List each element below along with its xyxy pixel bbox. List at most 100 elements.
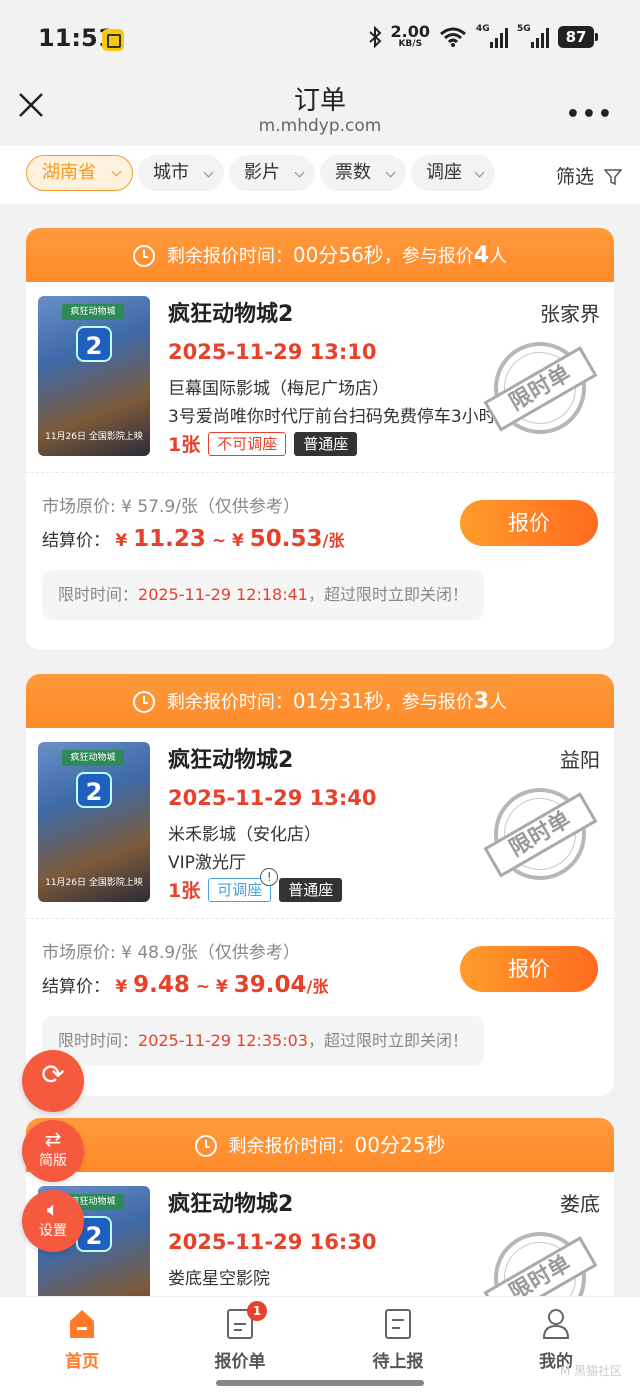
tab-home[interactable]: 首页 [22, 1307, 142, 1372]
chevron-down-icon [474, 167, 485, 178]
refresh-button[interactable]: ⟳ [22, 1050, 84, 1112]
simple-mode-button[interactable]: ⇄ 简版 [22, 1120, 84, 1182]
filter-ticket-count[interactable]: 票数 [320, 155, 406, 191]
status-icons: 2.00 KB/S 4G 5G 87 [368, 24, 598, 49]
quote-list-icon-wrap: 1 [225, 1301, 267, 1341]
filter-button[interactable]: 筛选 [556, 162, 623, 189]
quote-button[interactable]: 报价 [460, 500, 598, 546]
movie-poster: 疯狂动物城 2 11月26日 全国影院上映 [38, 296, 150, 456]
poster-sign: 疯狂动物城 [62, 304, 124, 320]
limit-time-notice: 限时时间：2025-11-29 12:18:41，超过限时立即关闭！ [42, 570, 484, 620]
filter-city-label: 城市 [153, 162, 189, 183]
settings-label: 设置 [39, 1223, 67, 1239]
limited-time-stamp: 限时单 [477, 325, 603, 451]
order-info: 疯狂动物城 2 11月26日 全国影院上映 疯狂动物城2 娄底 2025-11-… [26, 1172, 614, 1296]
limited-time-stamp: 限时单 [477, 771, 603, 897]
clipboard-icon [385, 1309, 411, 1339]
order-card[interactable]: 剩余报价时间：00分56秒，参与报价4人 疯狂动物城 2 11月26日 全国影院… [26, 228, 614, 650]
cinema-name: 米禾影城（安化店） [168, 825, 321, 845]
seat-type-tag: 普通座 [279, 877, 343, 902]
filter-province[interactable]: 湖南省 [26, 155, 133, 191]
filter-bar: 湖南省 城市 影片 票数 调座 筛选 [0, 146, 640, 204]
settle-label: 结算价： [42, 531, 110, 551]
more-menu-icon[interactable]: ••• [566, 102, 614, 127]
countdown-banner: 剩余报价时间：01分31秒，参与报价3人 [26, 674, 614, 728]
filter-seat-adjust[interactable]: 调座 [411, 155, 495, 191]
participants-unit: 人 [489, 246, 508, 267]
filter-seat-adjust-label: 调座 [426, 162, 462, 183]
price-unit: /张 [306, 977, 329, 996]
countdown-value: 01分31秒 [292, 689, 384, 713]
notification-app-icon [102, 29, 124, 51]
participants-label: ，参与报价 [383, 692, 474, 713]
poster-number: 2 [76, 326, 112, 362]
movie-title: 疯狂动物城2 [168, 1192, 294, 1217]
chevron-down-icon [111, 166, 122, 177]
navigation-bar: 订单 m.mhdyp.com ••• [0, 78, 640, 146]
order-info: 疯狂动物城 2 11月26日 全国影院上映 疯狂动物城2 益阳 2025-11-… [26, 728, 614, 918]
clock-icon [132, 245, 155, 267]
wifi-icon [440, 27, 466, 47]
market-price: 市场原价: ¥ 57.9/张（仅供参考） [42, 497, 300, 517]
simple-mode-label: 简版 [39, 1153, 67, 1169]
net-speed-unit: KB/S [398, 39, 423, 49]
info-icon[interactable]: ! [260, 867, 279, 886]
seat-adjust-tag: 不可调座 [208, 431, 287, 456]
swap-icon: ⇄ [44, 1127, 62, 1151]
poster-number: 2 [76, 772, 112, 808]
limit-suffix: ，超过限时立即关闭！ [307, 585, 468, 604]
status-bar: 11:51 2.00 KB/S 4G 5G 87 [0, 0, 640, 78]
countdown-label: 剩余报价时间： [166, 246, 293, 267]
home-icon [70, 1310, 94, 1338]
settle-label: 结算价： [42, 977, 110, 997]
filter-province-label: 湖南省 [42, 162, 96, 183]
net-speed-value: 2.00 [390, 22, 430, 41]
filter-movie[interactable]: 影片 [229, 155, 315, 191]
stamp-text: 限时单 [483, 792, 598, 878]
limit-time: 2025-11-29 12:35:03 [138, 1031, 308, 1050]
limit-label: 限时时间： [58, 585, 139, 604]
chevron-down-icon [203, 167, 214, 178]
signal-5g-icon: 5G [517, 24, 549, 48]
page-title: 订单 [293, 86, 346, 116]
order-card[interactable]: 剩余报价时间：00分25秒 疯狂动物城 2 11月26日 全国影院上映 疯狂动物… [26, 1118, 614, 1296]
bluetooth-icon [368, 25, 381, 48]
hall-name: VIP激光厅 [168, 853, 246, 873]
order-list: 剩余报价时间：00分56秒，参与报价4人 疯狂动物城 2 11月26日 全国影院… [0, 204, 640, 1296]
seat-adjust-label: 可调座 [217, 880, 263, 899]
market-price: 市场原价: ¥ 48.9/张（仅供参考） [42, 943, 300, 963]
signal-4g-icon: 4G [476, 24, 508, 48]
ticket-tags: 1张 不可调座 普通座 [168, 430, 358, 457]
tab-pending-report-label: 待上报 [372, 1352, 424, 1372]
countdown-value: 00分25秒 [354, 1133, 446, 1157]
order-pricing: 市场原价: ¥ 48.9/张（仅供参考） 结算价： ¥ 9.48 ~ ¥ 39.… [26, 918, 614, 1096]
clock-icon [132, 691, 155, 713]
quote-button[interactable]: 报价 [460, 946, 598, 992]
tab-home-label: 首页 [65, 1352, 99, 1372]
price-min: 11.23 [133, 526, 206, 552]
filter-ticket-count-label: 票数 [335, 162, 371, 183]
seat-type-tag: 普通座 [294, 431, 358, 456]
showtime: 2025-11-29 16:30 [168, 1230, 377, 1254]
countdown-banner: 剩余报价时间：00分25秒 [26, 1118, 614, 1172]
tab-quotes[interactable]: 1 报价单 [180, 1301, 300, 1372]
tab-quotes-label: 报价单 [214, 1352, 266, 1372]
settings-button[interactable]: 🔈︎ 设置 [22, 1190, 84, 1252]
home-indicator[interactable] [216, 1380, 424, 1386]
tab-pending-report[interactable]: 待上报 [338, 1307, 458, 1372]
seat-adjust-tag[interactable]: 可调座! [208, 867, 279, 902]
price-max: 50.53 [249, 526, 323, 552]
stamp-text: 限时单 [483, 346, 598, 432]
battery-indicator: 87 [558, 25, 598, 48]
order-card[interactable]: 剩余报价时间：01分31秒，参与报价3人 疯狂动物城 2 11月26日 全国影院… [26, 674, 614, 1096]
countdown-label: 剩余报价时间： [166, 692, 293, 713]
price-max: 39.04 [233, 972, 307, 998]
filter-movie-label: 影片 [244, 162, 280, 183]
user-icon [542, 1309, 570, 1339]
countdown-banner: 剩余报价时间：00分56秒，参与报价4人 [26, 228, 614, 282]
chevron-down-icon [385, 167, 396, 178]
filter-city[interactable]: 城市 [138, 155, 224, 191]
limit-time: 2025-11-29 12:18:41 [138, 585, 308, 604]
limit-label: 限时时间： [58, 1031, 139, 1050]
net-speed: 2.00 KB/S [391, 24, 430, 49]
